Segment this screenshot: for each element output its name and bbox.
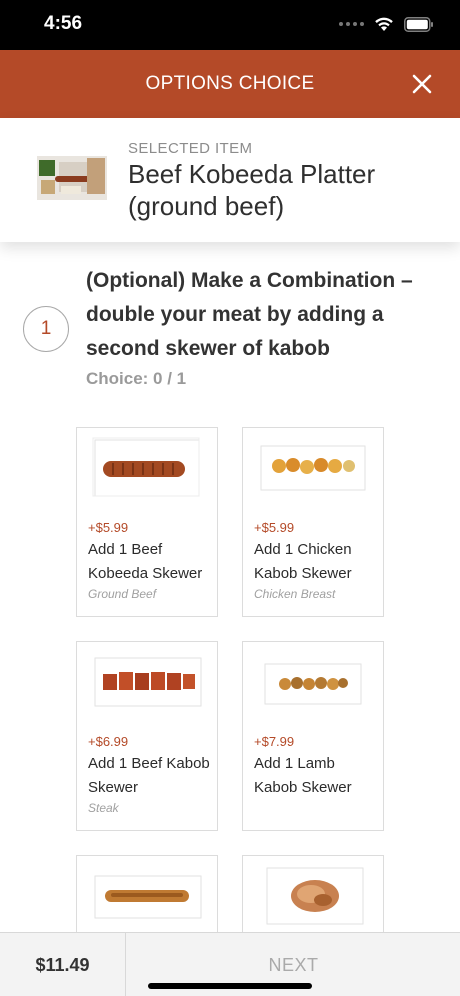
selected-item-thumbnail xyxy=(37,156,107,200)
option-card[interactable]: +$5.99 Add 1 Chicken Kabob Skewer Chicke… xyxy=(242,427,384,617)
option-name: Add 1 Lamb Kabob Skewer xyxy=(254,755,352,796)
wifi-icon xyxy=(375,17,393,31)
beef-kobeeda-skewer-image xyxy=(92,437,200,497)
option-price: +$5.99 xyxy=(254,520,295,535)
selected-item-card: SELECTED ITEM Beef Kobeeda Platter (grou… xyxy=(0,118,460,242)
option-group-title: (Optional) Make a Combination – double y… xyxy=(86,269,413,360)
selected-item-name: Beef Kobeeda Platter (ground beef) xyxy=(128,159,376,221)
option-card[interactable]: +$7.99 Add 1 Lamb Kabob Skewer xyxy=(242,641,384,831)
lamb-kabob-skewer-image xyxy=(264,663,362,705)
page-title: OPTIONS CHOICE xyxy=(145,73,315,94)
selected-item-eyebrow: SELECTED ITEM xyxy=(128,140,253,157)
option-card[interactable] xyxy=(242,855,384,932)
options-content[interactable]: 1 (Optional) Make a Combination – double… xyxy=(0,242,460,932)
option-subtitle: Chicken Breast xyxy=(254,587,336,601)
home-indicator[interactable] xyxy=(148,983,312,989)
close-icon[interactable] xyxy=(410,72,434,96)
option-name: Add 1 Beef Kobeeda Skewer xyxy=(88,541,203,582)
nav-bar: OPTIONS CHOICE xyxy=(0,50,460,118)
option-price: +$6.99 xyxy=(88,734,129,749)
option-card[interactable]: +$6.99 Add 1 Beef Kabob Skewer Steak xyxy=(76,641,218,831)
chicken-kabob-skewer-image xyxy=(260,445,366,491)
option-card[interactable] xyxy=(76,855,218,932)
signal-icon xyxy=(339,22,364,26)
beef-kabob-skewer-image xyxy=(94,657,202,707)
battery-icon xyxy=(404,16,433,32)
option-subtitle: Steak xyxy=(88,801,119,815)
option-subtitle: Ground Beef xyxy=(88,587,157,601)
chicken-image xyxy=(266,867,364,925)
status-icons xyxy=(339,14,434,34)
status-time: 4:56 xyxy=(44,13,83,34)
option-price: +$5.99 xyxy=(88,520,129,535)
option-name: Add 1 Chicken Kabob Skewer xyxy=(254,541,352,582)
option-price: +$7.99 xyxy=(254,734,295,749)
bottom-bar: $11.49 NEXT xyxy=(0,932,460,996)
option-card[interactable]: +$5.99 Add 1 Beef Kobeeda Skewer Ground … xyxy=(76,427,218,617)
skewer-image xyxy=(94,875,202,919)
step-number: 1 xyxy=(23,306,69,352)
option-name: Add 1 Beef Kabob Skewer xyxy=(88,755,210,796)
status-bar: 4:56 xyxy=(0,0,460,50)
option-group-choice-count: Choice: 0 / 1 xyxy=(86,369,187,388)
order-total: $11.49 xyxy=(0,933,126,996)
